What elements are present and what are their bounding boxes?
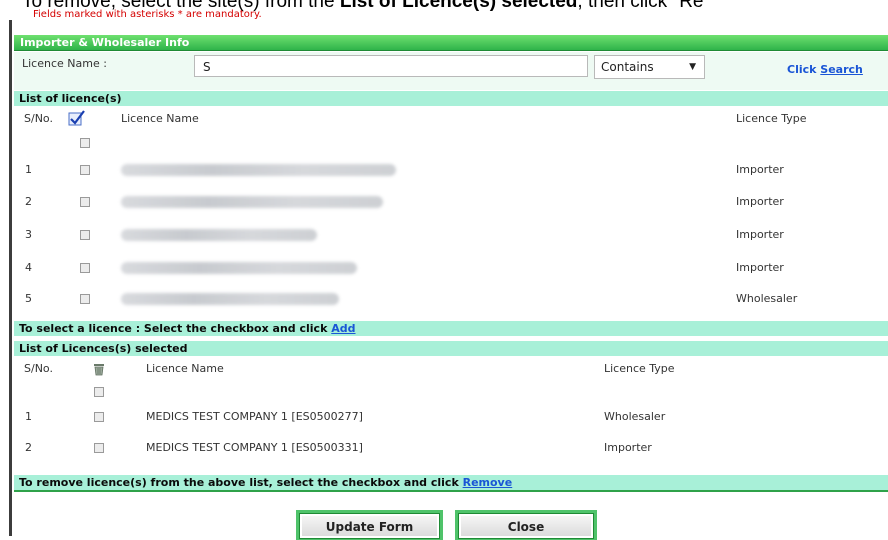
col-sno-header: S/No. [24,362,53,375]
select-hint-text: To select a licence : Select the checkbo… [19,322,328,335]
list-of-licences-title: List of licence(s) [14,91,888,106]
row-checkbox[interactable] [80,165,90,175]
search-link-group: Click Search [787,63,863,76]
table-row-type: Wholesaler [604,410,666,423]
match-mode-value: Contains [601,60,654,74]
licence-name-redacted [121,196,383,208]
selected-licences-title: List of Licences(s) selected [14,341,888,356]
table-row-name: MEDICS TEST COMPANY 1 [ES0500277] [146,410,363,423]
table-row-type: Importer [736,261,784,274]
table-row-type: Importer [736,195,784,208]
left-border [9,20,12,536]
table-row-sno: 2 [25,195,32,208]
trash-icon[interactable] [93,361,105,376]
table-row-sno: 5 [25,292,32,305]
col-licence-name-header: Licence Name [121,112,199,125]
table-row-type: Importer [736,228,784,241]
row-checkbox[interactable] [94,412,104,422]
table-row-sno: 3 [25,228,32,241]
licence-name-redacted [121,293,339,305]
select-all-checkbox[interactable] [80,138,90,148]
match-mode-select[interactable]: Contains ▼ [594,55,705,79]
col-licence-type-header: Licence Type [604,362,675,375]
licence-name-label: Licence Name : [22,57,107,70]
table-row-sno: 1 [25,410,32,423]
table-row-name: MEDICS TEST COMPANY 1 [ES0500331] [146,441,363,454]
select-all-check-icon[interactable] [68,110,86,130]
click-label: Click [787,63,817,76]
table-row-sno: 1 [25,163,32,176]
mandatory-note: Fields marked with asterisks * are manda… [33,9,262,20]
search-link[interactable]: Search [820,63,863,76]
select-hint: To select a licence : Select the checkbo… [14,321,888,336]
table-row-type: Importer [604,441,652,454]
table-row-sno: 4 [25,261,32,274]
remove-link[interactable]: Remove [463,476,513,489]
licence-name-redacted [121,262,357,274]
update-form-button[interactable]: Update Form [299,513,440,539]
row-checkbox[interactable] [80,197,90,207]
remove-hint: To remove licence(s) from the above list… [14,475,888,490]
col-sno-header: S/No. [24,112,53,125]
panel-title: Importer & Wholesaler Info [14,35,888,51]
col-licence-type-header: Licence Type [736,112,807,125]
remove-hint-text: To remove licence(s) from the above list… [19,476,459,489]
licence-name-redacted [121,164,396,176]
col-licence-name-header: Licence Name [146,362,224,375]
row-checkbox[interactable] [80,294,90,304]
select-all-selected-checkbox[interactable] [94,387,104,397]
licence-name-redacted [121,229,317,241]
licence-name-input[interactable]: S [194,55,588,77]
close-button[interactable]: Close [458,513,594,539]
divider [14,490,888,492]
table-row-sno: 2 [25,441,32,454]
table-row-type: Wholesaler [736,292,798,305]
row-checkbox[interactable] [80,230,90,240]
table-row-type: Importer [736,163,784,176]
chevron-down-icon: ▼ [689,62,696,72]
row-checkbox[interactable] [80,263,90,273]
row-checkbox[interactable] [94,443,104,453]
add-link[interactable]: Add [331,322,355,335]
